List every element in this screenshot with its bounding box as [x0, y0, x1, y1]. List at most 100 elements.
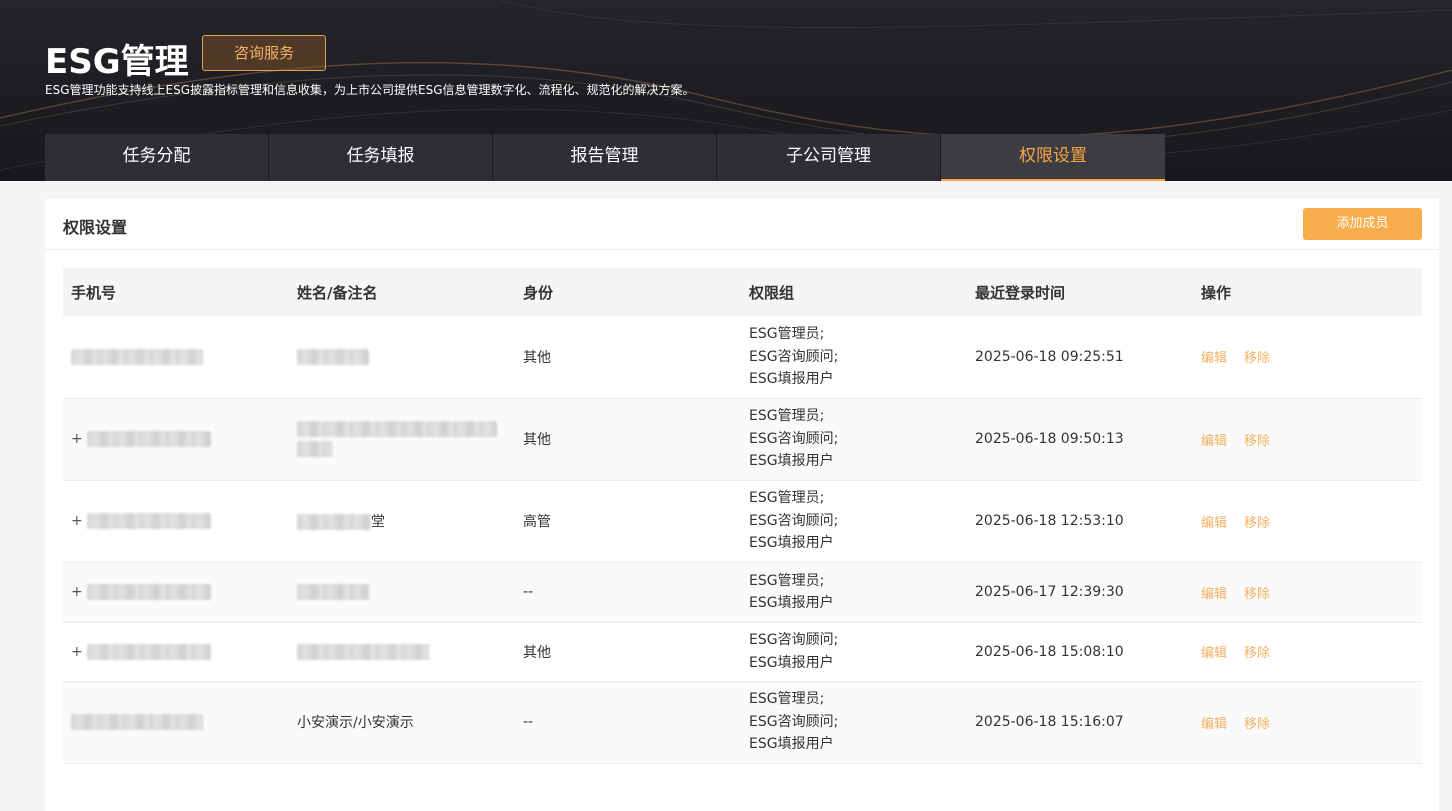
permission-cell: ESG管理员; ESG咨询顾问; ESG填报用户: [741, 398, 967, 481]
permission-item: ESG咨询顾问;: [749, 512, 839, 529]
actions-cell: 编辑 移除: [1193, 681, 1422, 764]
redacted-phone: [87, 431, 212, 447]
remove-link[interactable]: 移除: [1244, 646, 1270, 661]
member-table: 手机号 姓名/备注名 身份 权限组 最近登录时间 操作 其他 ESG管理员; E…: [63, 268, 1422, 764]
actions-cell: 编辑 移除: [1193, 622, 1422, 682]
permission-item: ESG填报用户: [749, 595, 834, 611]
permission-item: ESG填报用户: [749, 654, 834, 671]
phone-prefix: +: [71, 643, 83, 660]
redacted-phone: [87, 513, 212, 529]
permission-item: ESG管理员;: [749, 691, 825, 708]
tab-bar: 任务分配 任务填报 报告管理 子公司管理 权限设置: [45, 134, 1165, 181]
tab-task-fill[interactable]: 任务填报: [269, 134, 493, 181]
last-login-cell: 2025-06-18 12:53:10: [967, 480, 1193, 563]
remove-link[interactable]: 移除: [1244, 717, 1270, 732]
tab-permission-settings[interactable]: 权限设置: [941, 134, 1165, 181]
permission-cell: ESG管理员; ESG咨询顾问; ESG填报用户: [741, 480, 967, 563]
permission-item: ESG填报用户: [749, 535, 834, 552]
redacted-name: [297, 441, 333, 457]
permission-item: ESG咨询顾问;: [749, 348, 839, 365]
consult-service-button[interactable]: 咨询服务: [202, 35, 326, 71]
edit-link[interactable]: 编辑: [1201, 587, 1227, 602]
name-cell: [289, 622, 515, 682]
last-login-cell: 2025-06-18 15:08:10: [967, 622, 1193, 682]
column-header-last-login: 最近登录时间: [975, 283, 1066, 302]
permission-item: ESG填报用户: [749, 736, 834, 753]
actions-cell: 编辑 移除: [1193, 480, 1422, 563]
actions-cell: 编辑 移除: [1193, 316, 1422, 399]
name-cell: 小安演示/小安演示: [289, 681, 515, 764]
column-header-permission-group: 权限组: [749, 283, 795, 302]
column-header-phone: 手机号: [71, 283, 117, 302]
edit-link[interactable]: 编辑: [1201, 351, 1227, 366]
edit-link[interactable]: 编辑: [1201, 516, 1227, 531]
phone-cell: +: [63, 398, 289, 481]
redacted-phone: [87, 584, 212, 600]
permission-item: ESG管理员;: [749, 572, 825, 589]
permission-cell: ESG咨询顾问; ESG填报用户: [741, 622, 967, 682]
phone-cell: [63, 316, 289, 399]
tab-task-assign[interactable]: 任务分配: [45, 134, 269, 181]
permission-item: ESG填报用户: [749, 453, 834, 470]
panel-header: 权限设置 添加成员: [45, 199, 1439, 250]
edit-link[interactable]: 编辑: [1201, 717, 1227, 732]
phone-cell: +: [63, 622, 289, 682]
permission-panel: 权限设置 添加成员 手机号 姓名/备注名 身份 权限组 最近登录时间 操作 其他…: [45, 199, 1439, 811]
name-cell: [289, 316, 515, 399]
actions-cell: 编辑 移除: [1193, 398, 1422, 481]
redacted-phone: [71, 714, 203, 730]
edit-link[interactable]: 编辑: [1201, 646, 1227, 661]
column-header-actions: 操作: [1201, 283, 1232, 302]
table-row: + 堂 高管 ESG管理员; ESG咨询顾问; ESG填报用户 2025-06-…: [63, 480, 1422, 563]
column-header-name: 姓名/备注名: [297, 283, 378, 302]
column-header-role: 身份: [523, 283, 554, 302]
phone-cell: +: [63, 480, 289, 563]
table-row: 其他 ESG管理员; ESG咨询顾问; ESG填报用户 2025-06-18 0…: [63, 316, 1422, 399]
name-cell: [289, 398, 515, 481]
permission-item: ESG咨询顾问;: [749, 430, 839, 447]
actions-cell: 编辑 移除: [1193, 562, 1422, 623]
role-cell: --: [515, 562, 741, 623]
permission-item: ESG管理员;: [749, 408, 825, 425]
last-login-cell: 2025-06-18 09:25:51: [967, 316, 1193, 399]
phone-cell: [63, 681, 289, 764]
remove-link[interactable]: 移除: [1244, 351, 1270, 366]
remove-link[interactable]: 移除: [1244, 434, 1270, 449]
redacted-name: [297, 421, 497, 437]
page-title: ESG管理: [45, 42, 189, 82]
tab-subsidiary-manage[interactable]: 子公司管理: [717, 134, 941, 181]
phone-prefix: +: [71, 513, 83, 529]
permission-item: ESG咨询顾问;: [749, 632, 839, 648]
last-login-cell: 2025-06-17 12:39:30: [967, 562, 1193, 623]
permission-item: ESG管理员;: [749, 490, 825, 507]
permission-item: ESG填报用户: [749, 371, 834, 387]
tab-report-manage[interactable]: 报告管理: [493, 134, 717, 181]
phone-cell: +: [63, 562, 289, 623]
table-header-row: 手机号 姓名/备注名 身份 权限组 最近登录时间 操作: [63, 268, 1422, 316]
role-cell: --: [515, 681, 741, 764]
role-cell: 其他: [515, 316, 741, 399]
name-cell: [289, 562, 515, 623]
table-row: 小安演示/小安演示 -- ESG管理员; ESG咨询顾问; ESG填报用户 20…: [63, 681, 1422, 764]
name-cell: 堂: [289, 480, 515, 563]
remove-link[interactable]: 移除: [1244, 587, 1270, 602]
add-member-button[interactable]: 添加成员: [1303, 208, 1422, 240]
redacted-name: [297, 643, 429, 660]
permission-cell: ESG管理员; ESG填报用户: [741, 562, 967, 623]
role-cell: 其他: [515, 622, 741, 682]
phone-prefix: +: [71, 584, 83, 600]
redacted-name: [297, 348, 369, 365]
redacted-name: [297, 584, 369, 600]
phone-prefix: +: [71, 431, 83, 447]
edit-link[interactable]: 编辑: [1201, 434, 1227, 449]
table-row: + -- ESG管理员; ESG填报用户 2025-06-17 12:39:30…: [63, 562, 1422, 623]
last-login-cell: 2025-06-18 09:50:13: [967, 398, 1193, 481]
redacted-phone: [71, 348, 203, 365]
role-cell: 高管: [515, 480, 741, 563]
redacted-name: [297, 514, 371, 530]
permission-item: ESG咨询顾问;: [749, 713, 839, 730]
permission-item: ESG管理员;: [749, 326, 825, 342]
redacted-phone: [87, 643, 212, 660]
table-row: + 其他 ESG咨询顾问; ESG填报用户 2025-06-18 15:08:1…: [63, 622, 1422, 682]
remove-link[interactable]: 移除: [1244, 516, 1270, 531]
